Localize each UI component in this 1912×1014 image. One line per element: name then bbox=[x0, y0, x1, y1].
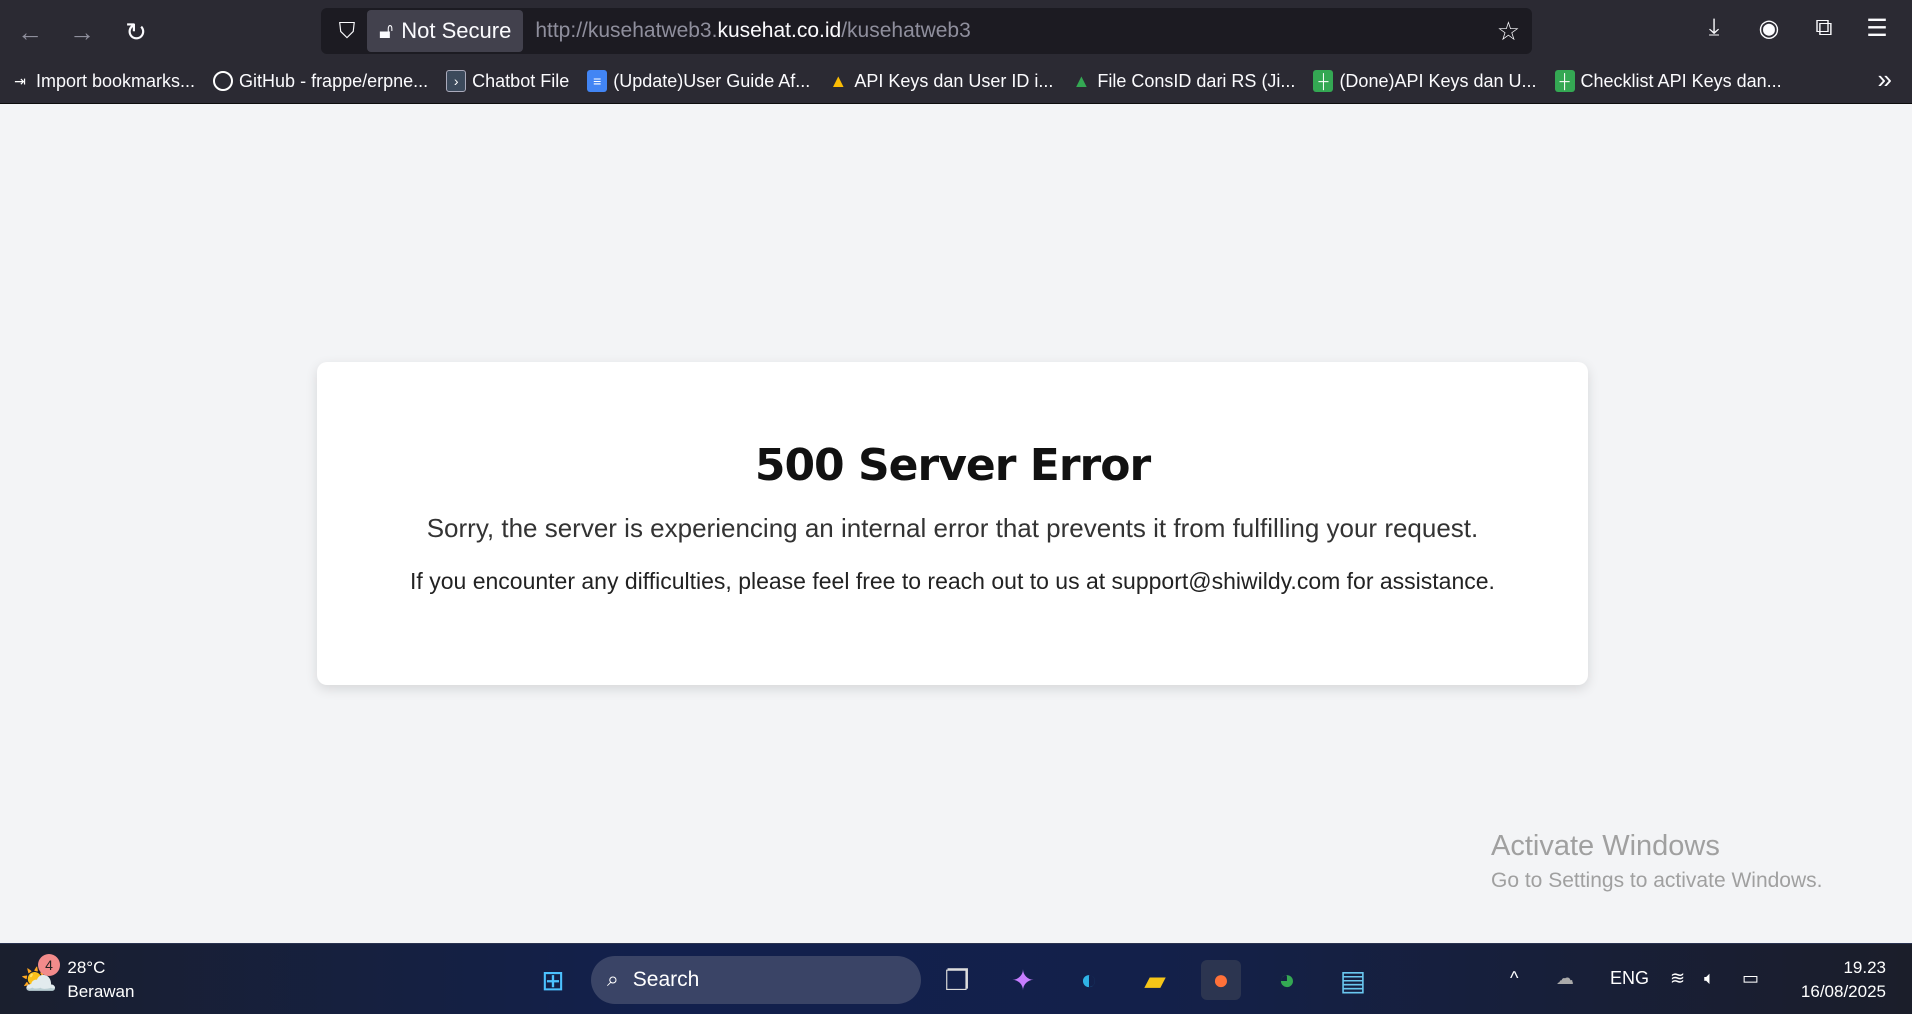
notepad-icon[interactable]: ▤ bbox=[1333, 960, 1373, 1000]
bookmark-label: (Done)API Keys dan U... bbox=[1339, 70, 1537, 91]
google-drive-icon: ▲ bbox=[829, 70, 848, 91]
language-indicator[interactable]: ENG bbox=[1610, 968, 1649, 989]
search-placeholder: Search bbox=[632, 968, 700, 991]
bookmark-star-icon[interactable]: ☆ bbox=[1497, 16, 1520, 47]
import-icon: ⇥ bbox=[14, 72, 26, 89]
url-prefix: http://kusehatweb3. bbox=[535, 19, 718, 42]
contact-message: If you encounter any difficulties, pleas… bbox=[410, 568, 1495, 594]
bookmark-label: GitHub - frappe/erpne... bbox=[239, 70, 429, 91]
clock[interactable]: 19.23 16/08/2025 bbox=[1801, 956, 1886, 1004]
watermark-subtitle: Go to Settings to activate Windows. bbox=[1491, 869, 1823, 892]
browser-chrome: ← → ↻ ⛉ 🔓︎ Not Secure http://kusehatweb3.… bbox=[0, 0, 1912, 104]
bookmark-item[interactable]: ┼ (Done)API Keys dan U... bbox=[1313, 70, 1537, 92]
url-text[interactable]: http://kusehatweb3.kusehat.co.id/kusehat… bbox=[535, 19, 970, 43]
time: 19.23 bbox=[1843, 958, 1886, 977]
more-bookmarks-chevron-icon[interactable]: » bbox=[1878, 64, 1892, 95]
windows-start-icon[interactable]: ⊞ bbox=[533, 960, 573, 1000]
google-drive-icon: ▲ bbox=[1072, 70, 1091, 91]
menu-icon[interactable]: ☰ bbox=[1859, 14, 1895, 43]
volume-icon[interactable]: 🔈︎ bbox=[1704, 968, 1715, 989]
github-icon bbox=[213, 71, 234, 91]
bookmark-label: Import bookmarks... bbox=[36, 70, 196, 91]
error-message: Sorry, the server is experiencing an int… bbox=[426, 513, 1479, 543]
activate-windows-watermark: Activate Windows Go to Settings to activ… bbox=[1491, 830, 1823, 893]
search-icon: ⌕ bbox=[607, 968, 619, 991]
bookmark-item[interactable]: ▲ File ConsID dari RS (Ji... bbox=[1071, 70, 1295, 92]
extensions-icon[interactable]: ⧉ bbox=[1806, 14, 1842, 42]
weather-widget[interactable]: ⛅ 4 28°C Berawan bbox=[20, 954, 135, 1004]
wifi-icon[interactable]: ≋ bbox=[1670, 968, 1685, 989]
bookmark-label: Checklist API Keys dan... bbox=[1580, 70, 1782, 91]
google-sheets-icon: ┼ bbox=[1313, 70, 1334, 92]
chrome-icon[interactable]: ◕ bbox=[1267, 960, 1307, 1000]
bookmark-label: API Keys dan User ID i... bbox=[854, 70, 1054, 91]
bookmark-item[interactable]: ⇥ Import bookmarks... bbox=[10, 70, 195, 92]
downloads-icon[interactable]: ⤓ bbox=[1696, 14, 1732, 42]
google-sheets-icon: ┼ bbox=[1554, 70, 1575, 92]
broken-lock-icon: 🔓︎ bbox=[379, 18, 394, 43]
bookmark-item[interactable]: ┼ Checklist API Keys dan... bbox=[1554, 70, 1782, 92]
terminal-icon: › bbox=[446, 70, 467, 92]
error-card: 500 Server Error Sorry, the server is ex… bbox=[317, 362, 1588, 685]
bookmark-label: (Update)User Guide Af... bbox=[613, 70, 811, 91]
battery-charging-icon[interactable]: ▭ bbox=[1742, 968, 1759, 989]
temperature: 28°C bbox=[67, 958, 106, 977]
weather-condition: Berawan bbox=[67, 982, 135, 1001]
bookmark-label: File ConsID dari RS (Ji... bbox=[1097, 70, 1296, 91]
back-button[interactable]: ← bbox=[12, 14, 48, 50]
show-hidden-icons-chevron-icon[interactable]: ^ bbox=[1510, 968, 1518, 989]
copilot-icon[interactable]: ✦ bbox=[1003, 960, 1043, 1000]
edge-icon[interactable]: ◐ bbox=[1069, 960, 1109, 1000]
bookmark-item[interactable]: ▲ API Keys dan User ID i... bbox=[828, 70, 1053, 92]
task-view-icon[interactable]: ❐ bbox=[937, 960, 977, 1000]
tracking-protection-shield-icon[interactable]: ⛉ bbox=[327, 18, 367, 44]
taskbar: ⛅ 4 28°C Berawan ⊞ ⌕ Search ❐ ✦ ◐ ▰ ● ◕ ▤ … bbox=[0, 943, 1912, 1014]
onedrive-offline-icon[interactable]: ☁ bbox=[1556, 968, 1574, 989]
reload-button[interactable]: ↻ bbox=[118, 14, 154, 50]
error-title: 500 Server Error bbox=[754, 440, 1151, 491]
file-explorer-icon[interactable]: ▰ bbox=[1135, 960, 1175, 1000]
bookmark-item[interactable]: ≡ (Update)User Guide Af... bbox=[587, 70, 810, 92]
bookmarks-toolbar: ⇥ Import bookmarks... GitHub - frappe/erp… bbox=[10, 66, 1782, 96]
url-domain: kusehat.co.id bbox=[717, 19, 842, 42]
address-bar[interactable]: ⛉ 🔓︎ Not Secure http://kusehatweb3.kuseha… bbox=[321, 8, 1532, 54]
forward-button[interactable]: → bbox=[64, 14, 100, 50]
weather-badge: 4 bbox=[38, 954, 60, 976]
firefox-icon[interactable]: ● bbox=[1201, 960, 1241, 1000]
bookmark-item[interactable]: GitHub - frappe/erpne... bbox=[213, 71, 428, 92]
bookmark-label: Chatbot File bbox=[472, 70, 570, 91]
not-secure-indicator[interactable]: 🔓︎ Not Secure bbox=[367, 10, 524, 52]
taskbar-search[interactable]: ⌕ Search bbox=[591, 956, 921, 1004]
date: 16/08/2025 bbox=[1800, 982, 1886, 1001]
google-docs-icon: ≡ bbox=[587, 70, 608, 92]
bookmark-item[interactable]: › Chatbot File bbox=[446, 70, 569, 92]
watermark-title: Activate Windows bbox=[1491, 830, 1720, 862]
security-label: Not Secure bbox=[401, 18, 512, 43]
url-path: /kusehatweb3 bbox=[841, 19, 971, 42]
account-icon[interactable]: ◉ bbox=[1751, 14, 1787, 43]
